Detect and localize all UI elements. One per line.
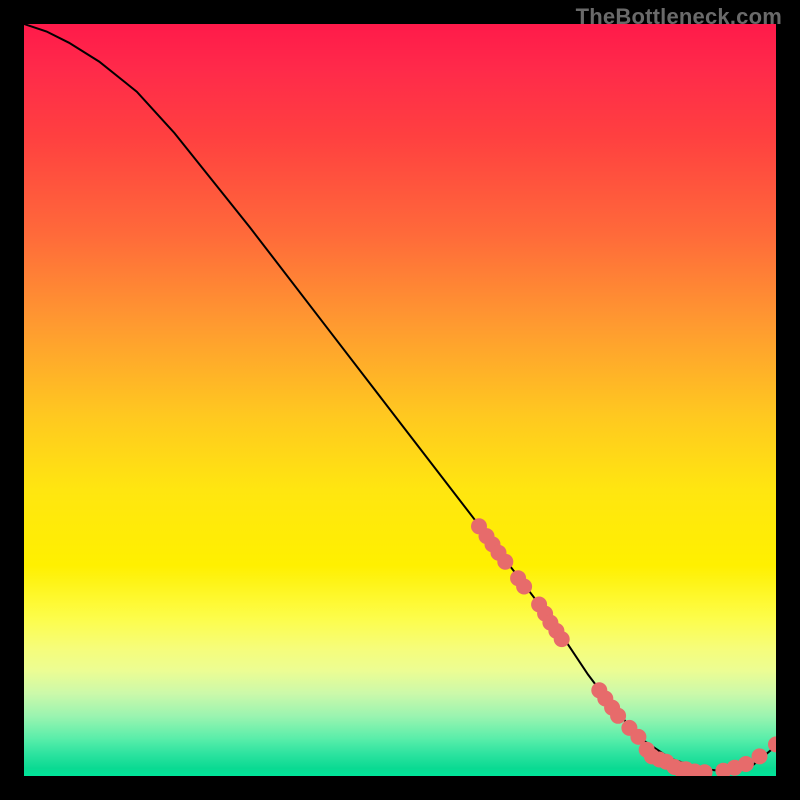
chart-plot-area <box>24 24 776 776</box>
chart-svg <box>24 24 776 776</box>
chart-marker <box>497 554 513 570</box>
chart-markers <box>471 518 776 776</box>
chart-marker <box>554 631 570 647</box>
chart-line <box>24 24 776 772</box>
chart-marker <box>752 748 768 764</box>
chart-marker <box>516 579 532 595</box>
watermark-label: TheBottleneck.com <box>576 4 782 30</box>
chart-marker <box>610 708 626 724</box>
chart-marker <box>738 756 754 772</box>
chart-marker <box>768 736 776 752</box>
